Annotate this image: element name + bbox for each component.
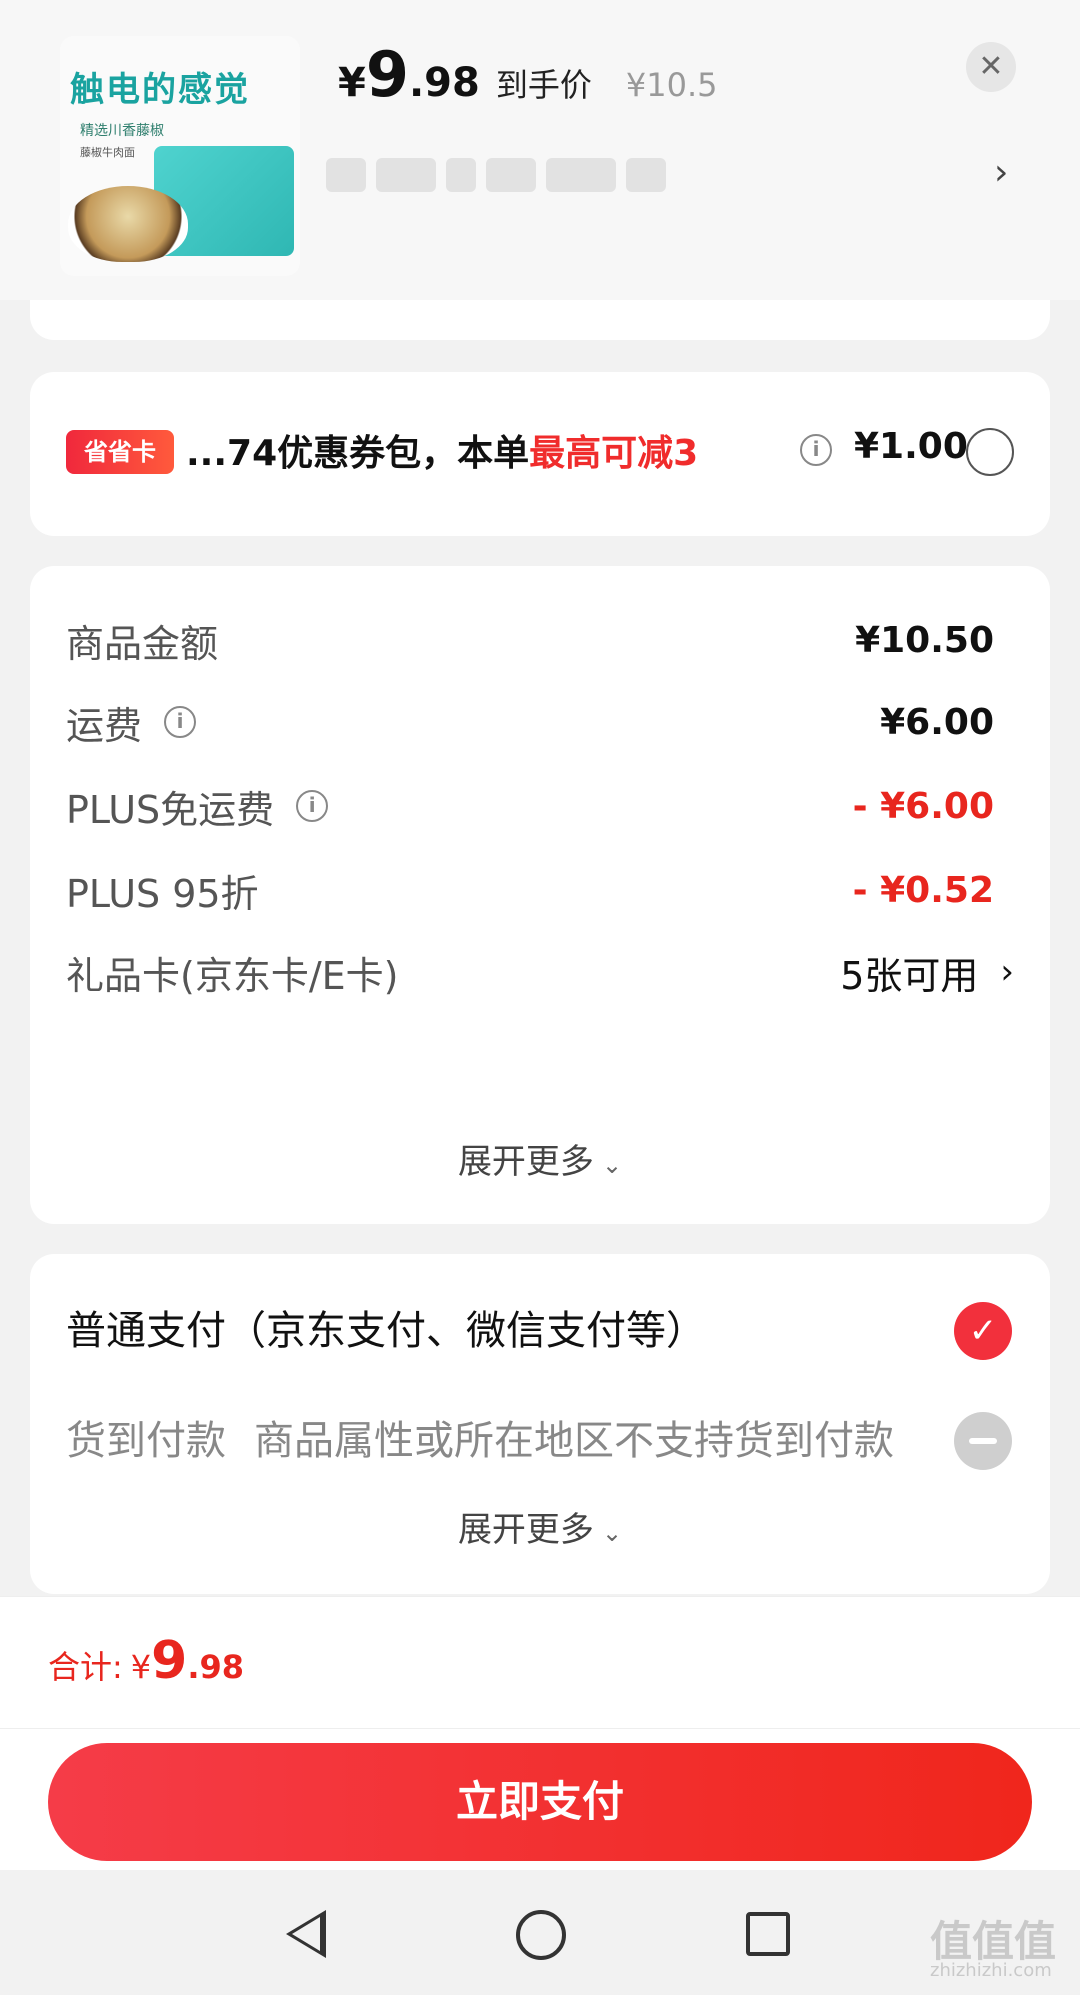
summary-value: ¥10.50 xyxy=(855,619,994,661)
price-currency: ¥ xyxy=(338,60,366,106)
price-integer: 9 xyxy=(365,38,409,111)
total-integer: 9 xyxy=(151,1631,188,1691)
pay-now-button[interactable]: 立即支付 xyxy=(48,1743,1032,1861)
coupon-card[interactable]: 省省卡 ...74优惠券包，本单最高可减3 i ¥1.00 xyxy=(30,372,1050,536)
watermark-url: zhizhizhi.com xyxy=(930,1960,1052,1981)
payment-expand-more[interactable]: 展开更多 ⌄ xyxy=(30,1502,1050,1551)
chevron-down-icon: ⌄ xyxy=(601,1151,623,1179)
product-thumbnail[interactable]: 触电的感觉 精选川香藤椒 藤椒牛肉面 xyxy=(60,36,300,276)
summary-row-goods-amount: 商品金额 ¥10.50 xyxy=(66,610,1014,670)
home-icon[interactable] xyxy=(516,1910,566,1960)
payment-method-card: 普通支付（京东支付、微信支付等） ✓ 货到付款 商品属性或所在地区不支持货到付款 … xyxy=(30,1254,1050,1594)
total-amount: 合计: ¥ 9 .98 xyxy=(48,1631,244,1691)
pay-button-area: 立即支付 xyxy=(0,1728,1080,1870)
info-icon[interactable]: i xyxy=(800,434,832,466)
chevron-right-icon: › xyxy=(1000,952,1014,992)
info-icon[interactable]: i xyxy=(296,790,329,822)
summary-label: PLUS 95折 xyxy=(66,871,259,916)
back-icon[interactable] xyxy=(286,1910,326,1958)
close-icon[interactable]: ✕ xyxy=(966,42,1016,92)
expand-more-label: 展开更多 xyxy=(457,1510,594,1550)
total-label: 合计: xyxy=(48,1648,123,1686)
summary-row-plus-discount: PLUS 95折 - ¥0.52 xyxy=(66,860,1014,920)
summary-label: 礼品卡(京东卡/E卡) xyxy=(66,953,399,998)
info-icon[interactable]: i xyxy=(164,706,197,738)
summary-label: 运费 xyxy=(66,703,143,748)
price-summary-card: 商品金额 ¥10.50 运费 i ¥6.00 PLUS免运费 i - ¥6.00… xyxy=(30,566,1050,1224)
payment-option-normal[interactable]: 普通支付（京东支付、微信支付等） xyxy=(66,1298,706,1356)
noodle-bowl-image xyxy=(68,186,188,262)
coupon-select-radio[interactable] xyxy=(966,428,1014,476)
minus-circle-icon xyxy=(954,1412,1012,1470)
summary-label: 商品金额 xyxy=(66,621,219,666)
summary-expand-more[interactable]: 展开更多 ⌄ xyxy=(30,1134,1050,1183)
chevron-right-icon[interactable]: › xyxy=(994,152,1008,193)
summary-label: PLUS免运费 xyxy=(66,787,275,832)
total-decimal: .98 xyxy=(187,1648,245,1686)
coupon-badge: 省省卡 xyxy=(66,430,174,474)
coupon-text-prefix: ...74优惠券包，本单 xyxy=(186,433,530,474)
coupon-amount: ¥1.00 xyxy=(854,426,968,467)
product-title-blurred[interactable] xyxy=(326,154,686,196)
thumbnail-tag: 藤椒牛肉面 xyxy=(80,146,135,159)
price-decimal: .98 xyxy=(408,60,480,106)
cod-unavailable-reason: 商品属性或所在地区不支持货到付款 xyxy=(254,1418,894,1464)
recent-apps-icon[interactable] xyxy=(746,1912,790,1956)
price-row: ¥ 9 .98 到手价 ¥10.5 xyxy=(338,38,717,118)
thumbnail-headline: 触电的感觉 xyxy=(70,70,250,110)
price-label: 到手价 xyxy=(495,66,592,104)
address-card-bottom xyxy=(30,300,1050,340)
summary-row-gift-card[interactable]: 礼品卡(京东卡/E卡) 5张可用 › xyxy=(66,942,1014,1002)
summary-row-shipping: 运费 i ¥6.00 xyxy=(66,692,1014,752)
system-navigation-bar xyxy=(0,1870,1080,1995)
coupon-description: ...74优惠券包，本单最高可减3 xyxy=(186,424,698,476)
product-header: 触电的感觉 精选川香藤椒 藤椒牛肉面 ¥ 9 .98 到手价 ¥10.5 ✕ › xyxy=(0,0,1080,300)
total-bar: 合计: ¥ 9 .98 xyxy=(0,1596,1080,1728)
chevron-down-icon: ⌄ xyxy=(601,1519,623,1547)
check-icon[interactable]: ✓ xyxy=(954,1302,1012,1360)
summary-value: ¥6.00 xyxy=(880,701,994,743)
gift-card-available: 5张可用 xyxy=(840,953,979,998)
coupon-text-highlight: 最高可减3 xyxy=(529,433,699,474)
thumbnail-subline: 精选川香藤椒 xyxy=(80,123,164,139)
cod-label: 货到付款 xyxy=(66,1418,226,1464)
payment-option-cod: 货到付款 商品属性或所在地区不支持货到付款 xyxy=(66,1408,894,1466)
summary-value: - ¥0.52 xyxy=(852,869,994,911)
summary-row-plus-free-shipping: PLUS免运费 i - ¥6.00 xyxy=(66,776,1014,836)
summary-value: - ¥6.00 xyxy=(852,785,994,827)
total-currency: ¥ xyxy=(130,1648,152,1686)
expand-more-label: 展开更多 xyxy=(457,1142,594,1182)
original-price: ¥10.5 xyxy=(625,66,718,104)
